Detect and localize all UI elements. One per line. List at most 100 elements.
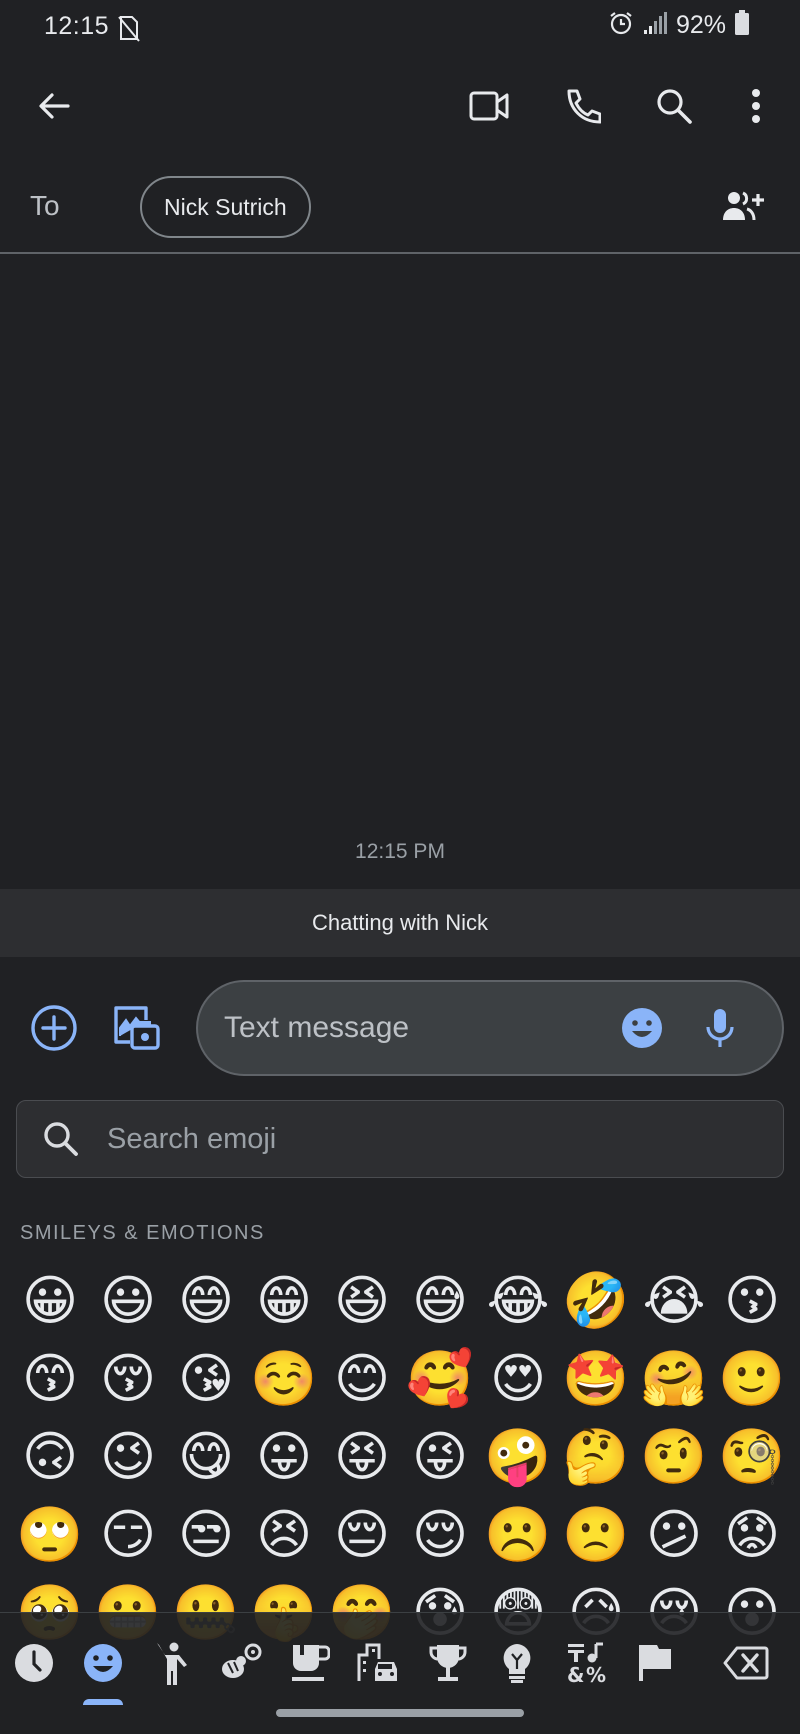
emoji-key[interactable]: 😊 — [323, 1340, 401, 1418]
clock-icon — [15, 1644, 53, 1682]
video-camera-icon — [469, 91, 509, 121]
emoji-key[interactable]: 😏 — [89, 1496, 167, 1574]
category-symbols[interactable]: &% — [556, 1633, 616, 1693]
signal-icon — [642, 10, 668, 41]
emoji-key[interactable]: 😘 — [167, 1340, 245, 1418]
emoji-key[interactable]: 😭 — [635, 1262, 713, 1340]
svg-text:&: & — [567, 1663, 584, 1684]
emoji-section-title: SMILEYS & EMOTIONS — [20, 1222, 265, 1244]
emoji-key[interactable]: 😅 — [401, 1262, 479, 1340]
emoji-key[interactable]: 😜 — [401, 1418, 479, 1496]
back-button[interactable] — [26, 78, 82, 134]
emoji-key[interactable]: 😟 — [713, 1496, 791, 1574]
emoji-key[interactable]: 😣 — [245, 1496, 323, 1574]
emoji-key[interactable]: 🤔 — [557, 1418, 635, 1496]
status-bar: 12:15 92% — [0, 0, 800, 56]
emoji-key[interactable]: 😁 — [245, 1262, 323, 1340]
chat-banner-text: Chatting with Nick — [311, 910, 489, 935]
video-call-button[interactable] — [462, 78, 518, 134]
emoji-key[interactable]: 😆 — [323, 1262, 401, 1340]
emoji-category-bar: &% — [0, 1612, 800, 1734]
more-vert-icon — [752, 89, 760, 123]
emoji-key[interactable]: 😋 — [167, 1418, 245, 1496]
category-objects[interactable] — [487, 1633, 547, 1693]
category-travel-places[interactable] — [349, 1633, 409, 1693]
emoji-key[interactable]: 🤩 — [557, 1340, 635, 1418]
emoji-key[interactable]: 🙁 — [557, 1496, 635, 1574]
recipient-chip[interactable]: Nick Sutrich — [140, 176, 311, 238]
category-activities[interactable] — [418, 1633, 478, 1693]
emoji-key[interactable]: 😗 — [713, 1262, 791, 1340]
emoji-key[interactable]: 😄 — [167, 1262, 245, 1340]
microphone-icon — [706, 1009, 734, 1047]
emoji-key[interactable]: 😔 — [323, 1496, 401, 1574]
emoji-key[interactable]: 😒 — [167, 1496, 245, 1574]
status-icons: 92% — [608, 10, 750, 41]
category-people[interactable] — [142, 1633, 202, 1693]
search-button[interactable] — [646, 78, 702, 134]
voice-input-button[interactable] — [692, 1000, 748, 1056]
attach-button[interactable] — [26, 1000, 82, 1056]
message-input[interactable] — [224, 1006, 604, 1050]
emoji-key[interactable]: 🤣 — [557, 1262, 635, 1340]
lightbulb-icon — [503, 1644, 531, 1683]
emoji-key[interactable]: 😝 — [323, 1418, 401, 1496]
search-icon — [657, 89, 692, 124]
backspace-button[interactable] — [712, 1633, 780, 1693]
emoji-key[interactable]: 🤨 — [635, 1418, 713, 1496]
category-flags[interactable] — [625, 1633, 685, 1693]
phone-call-button[interactable] — [554, 78, 610, 134]
category-animals-nature[interactable] — [211, 1633, 271, 1693]
gallery-camera-button[interactable] — [108, 1000, 164, 1056]
emoji-key[interactable]: 😍 — [479, 1340, 557, 1418]
backspace-icon — [723, 1646, 769, 1680]
emoji-key[interactable]: 🙄 — [11, 1496, 89, 1574]
more-options-button[interactable] — [728, 78, 784, 134]
messages-area[interactable]: 12:15 PM — [0, 256, 800, 890]
svg-text:%: % — [586, 1663, 606, 1684]
flag-icon — [639, 1645, 671, 1681]
emoji-key[interactable]: 🤪 — [479, 1418, 557, 1496]
emoji-key[interactable]: 🙂 — [713, 1340, 791, 1418]
add-people-button[interactable] — [716, 178, 772, 234]
phone-icon — [567, 89, 601, 124]
chat-banner: Chatting with Nick — [0, 889, 800, 957]
emoji-search-input[interactable] — [107, 1117, 747, 1161]
emoji-key[interactable]: 😌 — [401, 1496, 479, 1574]
emoji-key[interactable]: ☹️ — [479, 1496, 557, 1574]
bee-flower-icon — [222, 1643, 262, 1678]
compose-field — [196, 980, 784, 1076]
emoji-key[interactable]: 😚 — [89, 1340, 167, 1418]
emoji-search-bar — [16, 1100, 784, 1178]
emoji-key[interactable]: 😕 — [635, 1496, 713, 1574]
emoji-key[interactable]: 😙 — [11, 1340, 89, 1418]
smiley-icon — [84, 1644, 122, 1682]
category-food-drink[interactable] — [280, 1633, 340, 1693]
emoji-key[interactable]: 😛 — [245, 1418, 323, 1496]
emoji-key[interactable]: ☺️ — [245, 1340, 323, 1418]
no-sim-icon — [116, 14, 142, 42]
emoji-key[interactable]: 🥰 — [401, 1340, 479, 1418]
emoji-button[interactable] — [614, 1000, 670, 1056]
alarm-icon — [608, 10, 634, 41]
add-person-icon — [723, 191, 764, 221]
emoji-key[interactable]: 🧐 — [713, 1418, 791, 1496]
category-smileys[interactable] — [73, 1633, 133, 1693]
recipients-row: To Nick Sutrich — [0, 160, 800, 254]
emoji-key[interactable]: 🤗 — [635, 1340, 713, 1418]
category-recent[interactable] — [4, 1633, 64, 1693]
selected-category-indicator — [83, 1699, 123, 1705]
emoji-key[interactable]: 😂 — [479, 1262, 557, 1340]
emoji-key[interactable]: 😉 — [89, 1418, 167, 1496]
gesture-nav-handle[interactable] — [276, 1709, 524, 1717]
search-icon — [41, 1119, 81, 1164]
emoji-key[interactable]: 🙃 — [11, 1418, 89, 1496]
emoji-key[interactable]: 😃 — [89, 1262, 167, 1340]
battery-icon — [734, 10, 750, 41]
message-timestamp: 12:15 PM — [355, 840, 445, 863]
symbols-icon: &% — [567, 1642, 606, 1684]
emoji-key[interactable]: 😀 — [11, 1262, 89, 1340]
compose-row — [0, 980, 800, 1076]
app-bar — [0, 64, 800, 148]
gallery-camera-icon — [114, 1006, 160, 1050]
